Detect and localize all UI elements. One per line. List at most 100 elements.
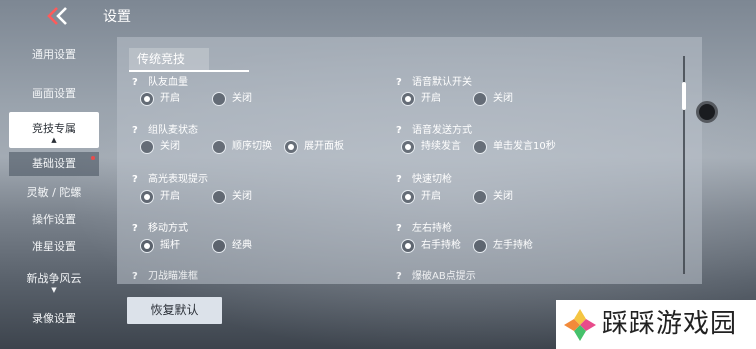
sidebar-item-label: 灵敏 / 陀螺 (26, 186, 82, 199)
floating-joystick-icon[interactable] (696, 101, 718, 123)
setting-title: 高光表现提示 (148, 174, 208, 185)
option-teammate-health-off[interactable]: 关闭 (212, 91, 252, 107)
sidebar-item-crosshair[interactable]: 准星设置 (0, 238, 108, 254)
help-icon[interactable]: ? (132, 223, 142, 234)
option-voice-send-click[interactable]: 单击发言10秒 (473, 139, 556, 155)
option-label: 关闭 (160, 141, 180, 152)
sidebar-item-label: 画面设置 (32, 87, 76, 100)
sidebar: 通用设置 画面设置 竞技专属 ▲ 基础设置 灵敏 / 陀螺 操作设置 准星设置 … (0, 34, 108, 349)
sidebar-item-basic[interactable]: 基础设置 (9, 152, 99, 176)
expand-triangle-icon: ▼ (51, 286, 57, 294)
notification-dot-icon (91, 156, 95, 160)
option-highlight-on[interactable]: 开启 (140, 189, 180, 205)
option-label: 顺序切换 (232, 141, 272, 152)
sidebar-item-label: 新战争风云 (26, 272, 82, 285)
page-title: 设置 (103, 9, 131, 25)
tab-underline (129, 70, 249, 72)
radio-icon (212, 190, 226, 204)
help-icon[interactable]: ? (396, 125, 406, 136)
option-voice-send-continuous[interactable]: 持续发言 (401, 139, 461, 155)
option-voice-default-on[interactable]: 开启 (401, 91, 441, 107)
setting-movement: ? 移动方式 (132, 219, 188, 234)
option-voice-default-off[interactable]: 关闭 (473, 91, 513, 107)
scrollbar-thumb[interactable] (682, 82, 686, 110)
option-movement-joystick[interactable]: 摇杆 (140, 238, 180, 254)
tab-traditional[interactable]: 传统竞技 (129, 48, 209, 70)
option-team-mic-cycle[interactable]: 顺序切换 (212, 139, 272, 155)
setting-hand: ? 左右持枪 (396, 219, 452, 234)
option-highlight-off[interactable]: 关闭 (212, 189, 252, 205)
watermark-logo-icon (564, 309, 596, 341)
radio-selected-icon (401, 140, 415, 154)
sidebar-item-competitive[interactable]: 竞技专属 ▲ (9, 112, 99, 148)
radio-selected-icon (140, 239, 154, 253)
sidebar-item-label: 录像设置 (32, 312, 76, 325)
radio-icon (473, 239, 487, 253)
setting-title: 语音发送方式 (412, 125, 472, 136)
radio-selected-icon (401, 92, 415, 106)
back-chevron-icon[interactable] (46, 6, 70, 26)
sidebar-item-new-war[interactable]: 新战争风云 ▼ (0, 270, 108, 294)
setting-title: 左右持枪 (412, 223, 452, 234)
sidebar-item-replay[interactable]: 录像设置 (0, 310, 108, 326)
option-label: 展开面板 (304, 141, 344, 152)
option-label: 左手持枪 (493, 240, 533, 251)
setting-quick-switch: ? 快速切枪 (396, 170, 452, 185)
help-icon[interactable]: ? (396, 77, 406, 88)
option-team-mic-panel[interactable]: 展开面板 (284, 139, 344, 155)
sidebar-item-label: 操作设置 (32, 213, 76, 226)
setting-team-mic: ? 组队麦状态 (132, 121, 198, 136)
radio-icon (473, 140, 487, 154)
option-label: 开启 (160, 93, 180, 104)
help-icon[interactable]: ? (132, 125, 142, 136)
settings-list[interactable]: ? 队友血量 开启 关闭 ? 组队麦状态 关闭 顺序切换 展开面板 ? 高光表现提示 … (117, 73, 685, 284)
sidebar-item-controls[interactable]: 操作设置 (0, 211, 108, 227)
setting-title: 组队麦状态 (148, 125, 198, 136)
option-label: 关闭 (493, 93, 513, 104)
radio-icon (212, 92, 226, 106)
sidebar-item-graphics[interactable]: 画面设置 (0, 85, 108, 101)
option-teammate-health-on[interactable]: 开启 (140, 91, 180, 107)
setting-title: 队友血量 (148, 77, 188, 88)
radio-selected-icon (284, 140, 298, 154)
setting-highlight: ? 高光表现提示 (132, 170, 208, 185)
radio-selected-icon (140, 190, 154, 204)
option-label: 关闭 (232, 93, 252, 104)
setting-knife-aim: ? 刀战瞄准框 (132, 267, 198, 282)
option-movement-classic[interactable]: 经典 (212, 238, 252, 254)
help-icon[interactable]: ? (396, 223, 406, 234)
help-icon[interactable]: ? (396, 271, 406, 282)
sidebar-item-general[interactable]: 通用设置 (0, 46, 108, 62)
help-icon[interactable]: ? (132, 271, 142, 282)
setting-title: 爆破AB点提示 (412, 271, 476, 282)
setting-teammate-health: ? 队友血量 (132, 73, 188, 88)
sidebar-item-label: 准星设置 (32, 240, 76, 253)
watermark-text: 踩踩游戏园 (602, 309, 738, 339)
sidebar-item-sensitivity[interactable]: 灵敏 / 陀螺 (0, 184, 108, 200)
help-icon[interactable]: ? (132, 174, 142, 185)
sidebar-item-label: 基础设置 (32, 157, 76, 170)
option-label: 持续发言 (421, 141, 461, 152)
restore-defaults-button[interactable]: 恢复默认 (127, 297, 222, 324)
setting-title: 移动方式 (148, 223, 188, 234)
option-label: 右手持枪 (421, 240, 461, 251)
watermark: 踩踩游戏园 (556, 300, 756, 349)
option-label: 经典 (232, 240, 252, 251)
help-icon[interactable]: ? (132, 77, 142, 88)
radio-icon (212, 239, 226, 253)
setting-ab-hint: ? 爆破AB点提示 (396, 267, 476, 282)
option-hand-right[interactable]: 右手持枪 (401, 238, 461, 254)
option-quick-switch-off[interactable]: 关闭 (473, 189, 513, 205)
radio-selected-icon (401, 190, 415, 204)
option-label: 开启 (421, 93, 441, 104)
option-label: 开启 (160, 191, 180, 202)
tab-label: 传统竞技 (137, 52, 186, 66)
radio-icon (473, 92, 487, 106)
option-quick-switch-on[interactable]: 开启 (401, 189, 441, 205)
option-team-mic-off[interactable]: 关闭 (140, 139, 180, 155)
top-bar: 设置 (0, 0, 756, 32)
option-hand-left[interactable]: 左手持枪 (473, 238, 533, 254)
radio-icon (212, 140, 226, 154)
help-icon[interactable]: ? (396, 174, 406, 185)
option-label: 开启 (421, 191, 441, 202)
